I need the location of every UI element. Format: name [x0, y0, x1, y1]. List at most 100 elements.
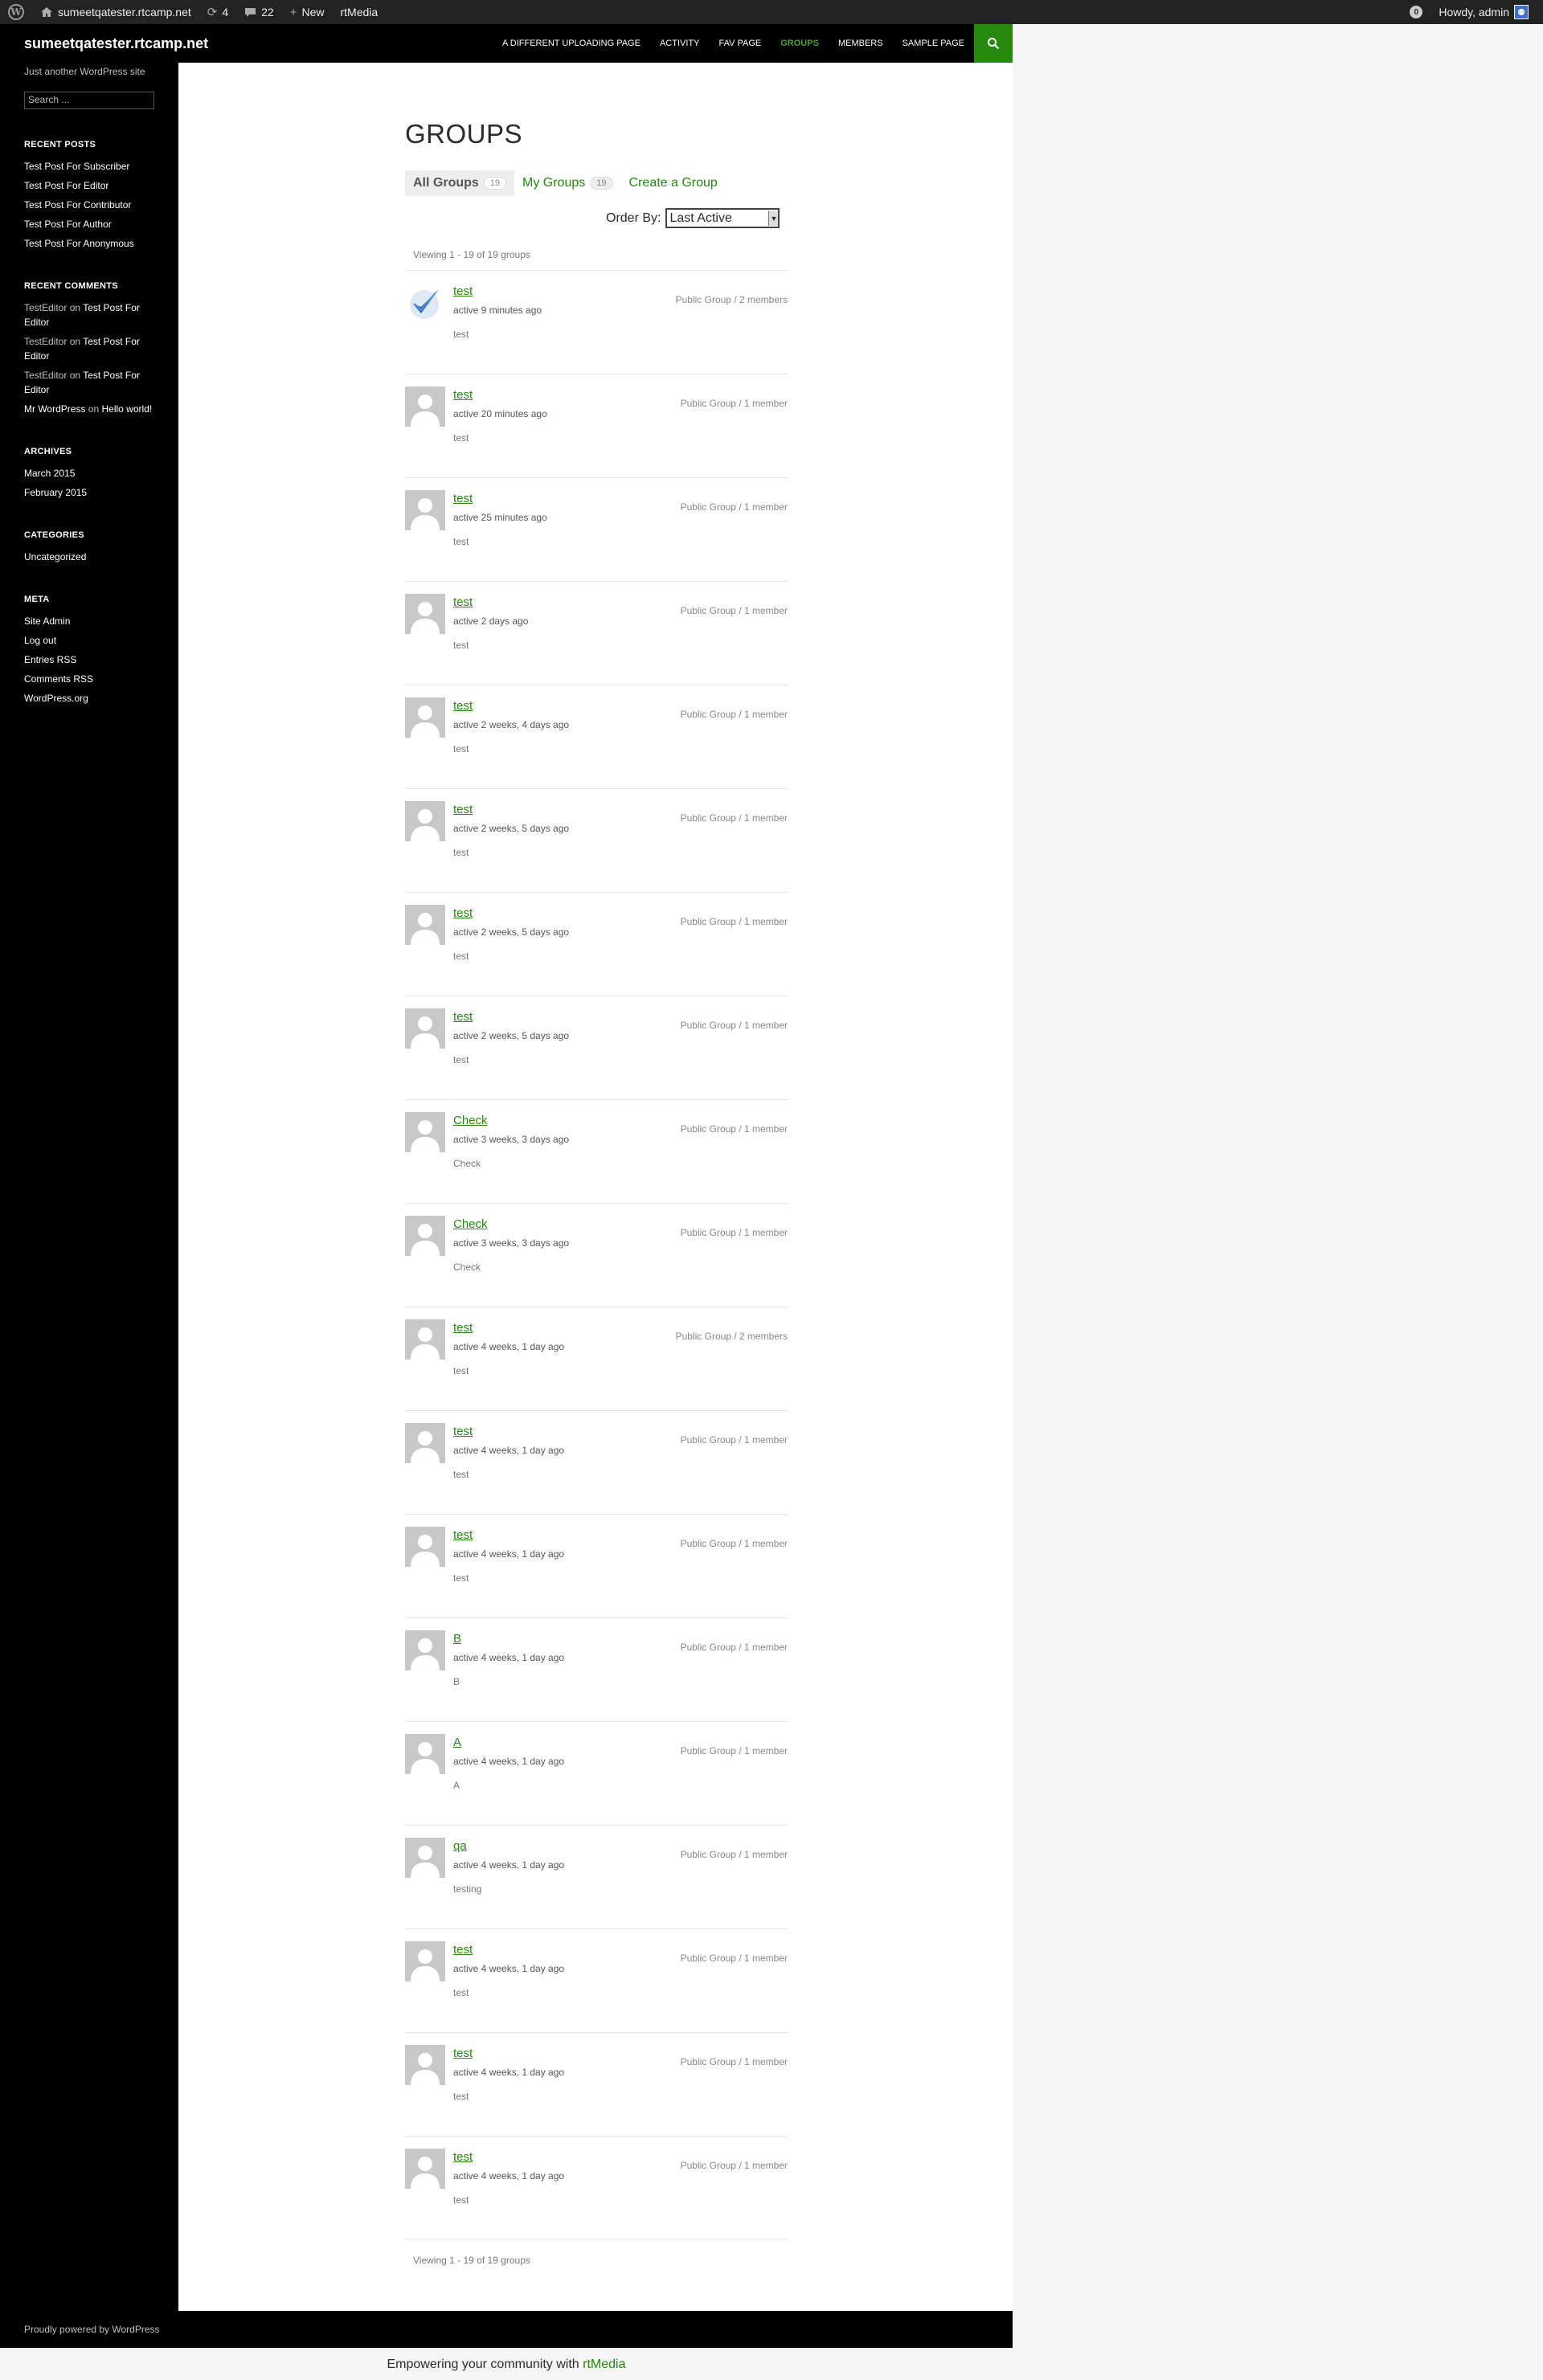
recent-post-link[interactable]: Test Post For Editor — [24, 178, 154, 193]
recent-comment-item: TestEditor on Test Post For Editor — [24, 301, 154, 329]
wordpress-logo-button[interactable]: W — [0, 0, 32, 24]
admin-bar-my-account[interactable]: Howdy, admin ⚉ — [1430, 0, 1543, 24]
group-last-active: active 4 weeks, 1 day ago — [453, 1859, 565, 1871]
group-title-link[interactable]: test — [453, 1425, 473, 1438]
admin-bar-new[interactable]: + New — [282, 0, 333, 24]
meta-link-log-out[interactable]: Log out — [24, 633, 154, 648]
nav-fav-page[interactable]: FAV PAGE — [709, 39, 771, 48]
meta-title: META — [24, 595, 50, 604]
group-title-link[interactable]: test — [453, 1528, 473, 1542]
comment-on-word: on — [69, 302, 81, 313]
group-title-link[interactable]: test — [453, 2150, 473, 2164]
sidebar-search-input[interactable]: Search ... — [24, 92, 154, 109]
search-toggle-button[interactable] — [974, 24, 1013, 63]
group-avatar[interactable] — [405, 594, 445, 634]
recent-post-link[interactable]: Test Post For Author — [24, 217, 154, 231]
nav-members[interactable]: MEMBERS — [829, 39, 893, 48]
group-title-link[interactable]: test — [453, 2047, 473, 2060]
tab-my-groups[interactable]: My Groups 19 — [514, 170, 621, 196]
user-avatar-icon: ⚉ — [1514, 5, 1529, 19]
group-title-link[interactable]: test — [453, 906, 473, 920]
group-title-link[interactable]: Check — [453, 1114, 488, 1127]
group-title-link[interactable]: A — [453, 1736, 461, 1749]
comment-author: TestEditor — [24, 336, 68, 347]
group-type-members: Public Group / 1 member — [680, 1123, 788, 1135]
order-by-select[interactable]: Last Active ▼ — [665, 208, 780, 228]
group-avatar[interactable] — [405, 1630, 445, 1670]
admin-bar-bp-notifications[interactable]: 0 — [1402, 0, 1430, 24]
nav-activity[interactable]: ACTIVITY — [650, 39, 710, 48]
admin-bar-comments[interactable]: 22 — [236, 0, 282, 24]
group-title-link[interactable]: test — [453, 595, 473, 609]
group-description: test — [453, 640, 469, 651]
nav-a-different-uploading-page[interactable]: A DIFFERENT UPLOADING PAGE — [493, 39, 650, 48]
recent-post-link[interactable]: Test Post For Subscriber — [24, 159, 154, 174]
group-title-link[interactable]: test — [453, 284, 473, 298]
admin-bar-rtmedia[interactable]: rtMedia — [333, 0, 387, 24]
group-avatar[interactable] — [405, 1216, 445, 1256]
chevron-down-icon: ▼ — [768, 211, 779, 226]
group-type-members: Public Group / 1 member — [680, 812, 788, 824]
group-type-members: Public Group / 1 member — [680, 1642, 788, 1653]
group-avatar[interactable] — [405, 2149, 445, 2189]
group-avatar[interactable] — [405, 1423, 445, 1463]
group-title-link[interactable]: test — [453, 699, 473, 713]
group-list-item: Aactive 4 weeks, 1 day ago A Public Group … — [405, 1721, 788, 1825]
group-avatar[interactable] — [405, 2045, 445, 2085]
recent-post-link[interactable]: Test Post For Contributor — [24, 198, 154, 212]
group-avatar[interactable] — [405, 1527, 445, 1567]
group-description: test — [453, 1469, 469, 1480]
group-type-members: Public Group / 1 member — [680, 2160, 788, 2171]
group-avatar[interactable] — [405, 801, 445, 841]
group-title-link[interactable]: Check — [453, 1217, 488, 1231]
footer-credit-link[interactable]: Proudly powered by WordPress — [24, 2324, 160, 2335]
group-avatar[interactable] — [405, 905, 445, 945]
group-avatar[interactable] — [405, 1008, 445, 1049]
category-link[interactable]: Uncategorized — [24, 550, 154, 564]
comment-author[interactable]: Mr WordPress — [24, 403, 85, 415]
group-avatar[interactable] — [405, 1112, 445, 1152]
tab-create-group[interactable]: Create a Group — [621, 170, 726, 196]
meta-link-entries-rss[interactable]: Entries RSS — [24, 652, 154, 667]
tab-all-groups[interactable]: All Groups 19 — [405, 170, 515, 196]
admin-bar-site-link[interactable]: sumeetqatester.rtcamp.net — [32, 0, 199, 24]
meta-link-wordpress-org[interactable]: WordPress.org — [24, 691, 154, 705]
comment-on-word: on — [69, 336, 81, 347]
group-title-link[interactable]: B — [453, 1632, 461, 1646]
archive-link[interactable]: March 2015 — [24, 466, 154, 480]
group-avatar[interactable] — [405, 1941, 445, 1981]
pagination-count-top: Viewing 1 - 19 of 19 groups — [413, 249, 530, 260]
default-avatar-icon — [405, 1216, 445, 1256]
group-last-active: active 4 weeks, 1 day ago — [453, 1963, 565, 1974]
nav-sample-page[interactable]: SAMPLE PAGE — [893, 39, 974, 48]
group-avatar[interactable] — [405, 697, 445, 738]
group-title-link[interactable]: test — [453, 803, 473, 816]
group-description: test — [453, 847, 469, 858]
meta-link-site-admin[interactable]: Site Admin — [24, 614, 154, 628]
meta-link-comments-rss[interactable]: Comments RSS — [24, 672, 154, 686]
admin-bar-updates[interactable]: ⟳ 4 — [199, 0, 236, 24]
group-avatar[interactable] — [405, 1734, 445, 1774]
group-list-item: test active 9 minutes ago test Public Group… — [405, 270, 788, 374]
nav-groups[interactable]: GROUPS — [771, 39, 829, 48]
group-title-link[interactable]: qa — [453, 1839, 467, 1853]
recent-post-link[interactable]: Test Post For Anonymous — [24, 236, 154, 251]
comment-post-link[interactable]: Hello world! — [102, 403, 153, 415]
group-avatar[interactable] — [405, 283, 445, 323]
group-title-link[interactable]: test — [453, 492, 473, 505]
group-avatar[interactable] — [405, 386, 445, 427]
group-last-active: active 2 weeks, 5 days ago — [453, 1030, 570, 1041]
group-title-link[interactable]: test — [453, 1321, 473, 1335]
rtmedia-credit-link[interactable]: rtMedia — [583, 2358, 625, 2371]
group-avatar[interactable] — [405, 1838, 445, 1878]
group-list-item: test active 4 weeks, 1 day ago test Public … — [405, 1307, 788, 1410]
site-title[interactable]: sumeetqatester.rtcamp.net — [24, 35, 208, 52]
admin-bar: W sumeetqatester.rtcamp.net ⟳ 4 22 + New… — [0, 0, 1543, 24]
group-title-link[interactable]: test — [453, 1010, 473, 1024]
group-avatar[interactable] — [405, 1319, 445, 1360]
group-title-link[interactable]: test — [453, 388, 473, 402]
recent-posts-title: RECENT POSTS — [24, 140, 96, 149]
archive-link[interactable]: February 2015 — [24, 485, 154, 500]
group-avatar[interactable] — [405, 490, 445, 530]
group-title-link[interactable]: test — [453, 1943, 473, 1957]
